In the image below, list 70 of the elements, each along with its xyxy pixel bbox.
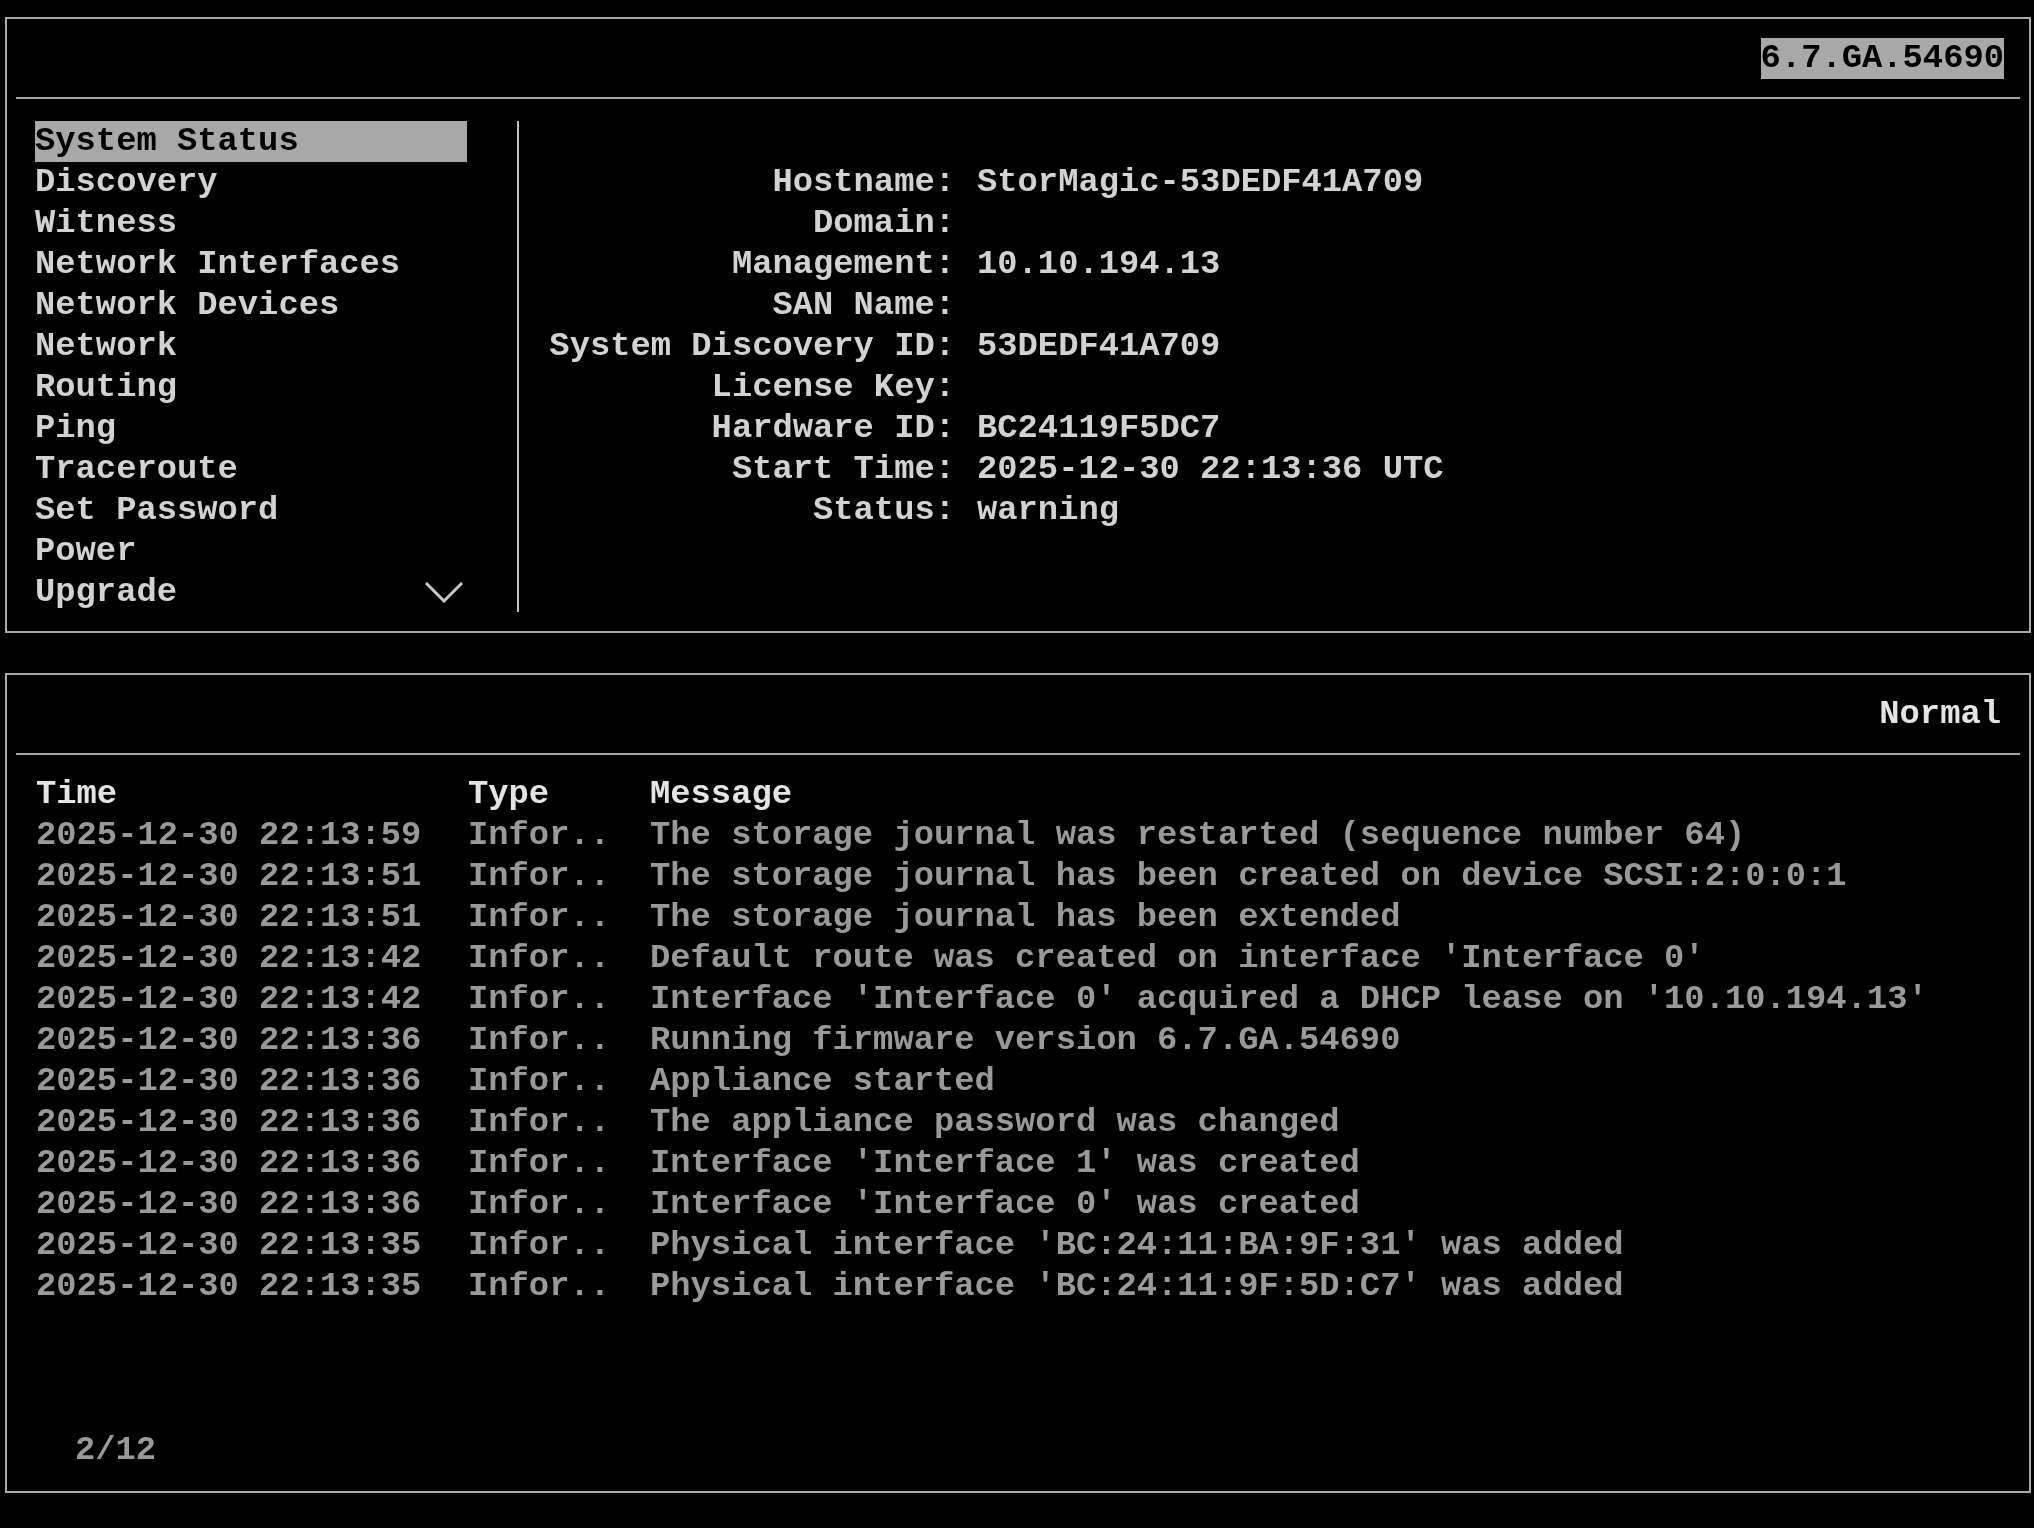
table-cell: 2025-12-30 22:13:36	[36, 1184, 422, 1225]
menu-item[interactable]: Upgrade	[35, 572, 177, 613]
table-cell: 2025-12-30 22:13:42	[36, 938, 422, 979]
table-cell: 2025-12-30 22:13:35	[36, 1225, 422, 1266]
info-label: License Key:	[711, 367, 955, 408]
table-cell: 2025-12-30 22:13:36	[36, 1061, 422, 1102]
table-cell: Infor..	[468, 1266, 610, 1307]
info-label: Domain:	[813, 203, 955, 244]
table-cell: Infor..	[468, 1225, 610, 1266]
table-cell: Infor..	[468, 979, 610, 1020]
table-cell: Physical interface 'BC:24:11:BA:9F:31' was added	[650, 1225, 1624, 1266]
info-value: 53DEDF41A709	[977, 326, 1221, 367]
log-mode-label: Normal	[1879, 693, 2001, 735]
table-cell: 2025-12-30 22:13:36	[36, 1020, 422, 1061]
chevron-down-icon	[424, 581, 464, 603]
menu-item[interactable]: Discovery	[35, 162, 218, 203]
table-cell: Infor..	[468, 815, 610, 856]
table-cell: Interface 'Interface 1' was created	[650, 1143, 1360, 1184]
table-cell: Infor..	[468, 1061, 610, 1102]
info-label: Status:	[813, 490, 955, 531]
table-cell: Infor..	[468, 1102, 610, 1143]
info-value: StorMagic-53DEDF41A709	[977, 162, 1424, 203]
table-cell: The appliance password was changed	[650, 1102, 1340, 1143]
info-label: SAN Name:	[772, 285, 955, 326]
menu-item[interactable]: Ping	[35, 408, 117, 449]
table-cell: Appliance started	[650, 1061, 995, 1102]
info-label: Hardware ID:	[711, 408, 955, 449]
info-value: warning	[977, 490, 1119, 531]
menu-item[interactable]: Network Interfaces	[35, 244, 401, 285]
table-cell: Infor..	[468, 1143, 610, 1184]
table-cell: Infor..	[468, 938, 610, 979]
info-label: Management:	[731, 244, 955, 285]
info-value: BC24119F5DC7	[977, 408, 1221, 449]
table-cell: 2025-12-30 22:13:59	[36, 815, 422, 856]
menu-item[interactable]: Power	[35, 531, 137, 572]
table-cell: Infor..	[468, 1184, 610, 1225]
version-badge: 6.7.GA.54690	[1760, 37, 2004, 79]
table-cell: 2025-12-30 22:13:36	[36, 1143, 422, 1184]
info-label: Hostname:	[772, 162, 955, 203]
table-cell: 2025-12-30 22:13:42	[36, 979, 422, 1020]
table-cell: The storage journal has been extended	[650, 897, 1401, 938]
table-cell: 2025-12-30 22:13:51	[36, 897, 422, 938]
table-cell: 2025-12-30 22:13:36	[36, 1102, 422, 1143]
column-header: Message	[650, 774, 792, 815]
table-cell: 2025-12-30 22:13:51	[36, 856, 422, 897]
table-cell: The storage journal was restarted (sequence number 64)	[650, 815, 1746, 856]
menu-item[interactable]: Network Devices	[35, 285, 340, 326]
page-counter: 2/12	[75, 1431, 157, 1469]
menu-item[interactable]: Traceroute	[35, 449, 238, 490]
menu-item[interactable]: Set Password	[35, 490, 279, 531]
info-value: 10.10.194.13	[977, 244, 1221, 285]
table-cell: Infor..	[468, 897, 610, 938]
table-cell: Infor..	[468, 856, 610, 897]
info-label: System Discovery ID:	[549, 326, 955, 367]
table-cell: Interface 'Interface 0' was created	[650, 1184, 1360, 1225]
column-header: Time	[36, 774, 118, 815]
table-cell: The storage journal has been created on device SCSI:2:0:0:1	[650, 856, 1847, 897]
menu-item[interactable]: Routing	[35, 367, 177, 408]
table-cell: Running firmware version 6.7.GA.54690	[650, 1020, 1401, 1061]
column-header: Type	[468, 774, 550, 815]
info-value: 2025-12-30 22:13:36 UTC	[977, 449, 1444, 490]
menu-item[interactable]: Witness	[35, 203, 177, 244]
table-cell: Interface 'Interface 0' acquired a DHCP lease on '10.10.194.13'	[650, 979, 1928, 1020]
info-label: Start Time:	[731, 449, 955, 490]
menu-item[interactable]: Network	[35, 326, 177, 367]
table-cell: Default route was created on interface 'Interface 0'	[650, 938, 1705, 979]
table-cell: Infor..	[468, 1020, 610, 1061]
table-cell: Physical interface 'BC:24:11:9F:5D:C7' was added	[650, 1266, 1624, 1307]
table-cell: 2025-12-30 22:13:35	[36, 1266, 422, 1307]
menu-item[interactable]: System Status	[35, 121, 467, 162]
